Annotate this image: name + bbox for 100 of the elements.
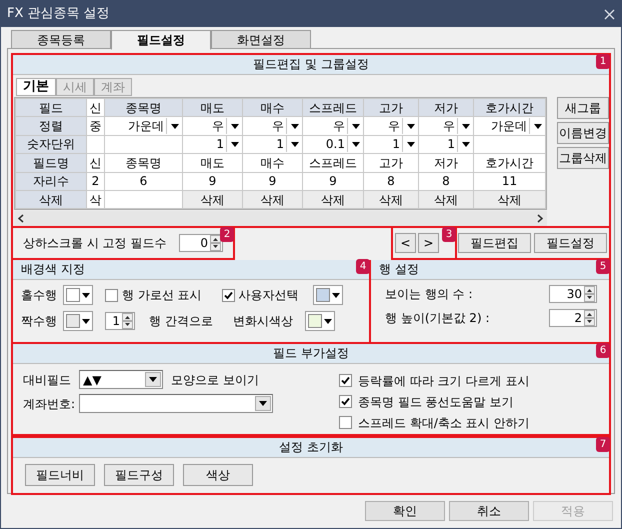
table-cell: 8 <box>418 172 474 190</box>
spin-arrows-icon[interactable] <box>584 310 595 326</box>
horizontal-scrollbar[interactable] <box>14 211 547 226</box>
table-cell: 9 <box>182 172 242 190</box>
checkbox-label: 등락률에 따라 크기 다르게 표시 <box>358 372 530 390</box>
row-header: 삭제 <box>16 190 86 209</box>
nav-button[interactable]: > <box>418 233 439 253</box>
row-header: 필드 <box>16 98 86 117</box>
row-header: 숫자단위 <box>16 135 86 154</box>
field-label: 변화시색상 <box>232 313 293 330</box>
caret-icon <box>324 318 332 324</box>
table-cell: 6 <box>104 172 182 190</box>
table-cell: 매도 <box>182 154 242 172</box>
tab[interactable]: 필드설정 <box>111 30 211 50</box>
delete-button[interactable]: 삭제 <box>242 190 302 209</box>
row-header: 자리수 <box>16 172 86 190</box>
field-button[interactable]: 필드설정 <box>534 233 607 253</box>
scroll-right-icon[interactable] <box>537 214 543 223</box>
checkbox-label: 스프레드 확대/축소 표시 안하기 <box>358 414 530 432</box>
spinner-field[interactable]: 30 <box>549 285 597 303</box>
column-header: 매도 <box>182 98 242 117</box>
table-cell: 8 <box>364 172 418 190</box>
table-cell: 호가시간 <box>474 154 546 172</box>
caret-icon <box>534 124 542 129</box>
tab[interactable]: 기본 <box>16 78 56 96</box>
checkbox[interactable] <box>105 288 118 302</box>
column-header: 저가 <box>418 98 474 117</box>
scroll-left-icon[interactable] <box>18 214 24 223</box>
section-number-badge: 3 <box>442 227 456 242</box>
color-picker[interactable] <box>312 285 343 305</box>
color-picker[interactable] <box>63 311 93 331</box>
field-label: 계좌번호: <box>23 396 76 412</box>
checkbox[interactable] <box>339 374 352 387</box>
dialog-button[interactable]: 확인 <box>365 501 445 521</box>
spinner-field[interactable]: 0 <box>179 234 223 252</box>
caret-icon <box>149 377 157 382</box>
group-button[interactable]: 새그룹 <box>557 97 609 119</box>
checkbox-label: 사용자선택 <box>238 287 299 304</box>
checkbox[interactable] <box>339 416 352 429</box>
caret-icon <box>82 318 90 324</box>
checkbox[interactable] <box>339 395 352 408</box>
group-button[interactable]: 이름변경 <box>557 122 609 144</box>
column-header: 고가 <box>364 98 418 117</box>
checkbox[interactable] <box>222 288 235 302</box>
tab[interactable]: 화면설정 <box>211 30 311 49</box>
spinner-field[interactable]: 1 <box>105 312 135 330</box>
table-cell: 9 <box>302 172 364 190</box>
section-number-badge: 6 <box>596 343 610 358</box>
caret-icon <box>332 292 340 298</box>
delete-button[interactable]: 삭제 <box>364 190 418 209</box>
nav-button[interactable]: < <box>395 233 416 253</box>
table-cell: 9 <box>242 172 302 190</box>
column-header: 스프레드 <box>302 98 364 117</box>
field-label: 모양으로 보이기 <box>171 372 259 388</box>
delete-button[interactable]: 삭제 <box>474 190 546 209</box>
caret-icon <box>82 292 90 298</box>
reset-button[interactable]: 색상 <box>183 464 253 486</box>
section-number-badge: 4 <box>356 259 370 274</box>
table-cell: 매수 <box>242 154 302 172</box>
delete-button[interactable]: 삭제 <box>182 190 242 209</box>
table-cell: 고가 <box>364 154 418 172</box>
caret-icon <box>259 401 268 406</box>
reset-button[interactable]: 필드너비 <box>25 464 95 486</box>
field-label: 홀수행 <box>21 287 57 304</box>
checkbox-label: 종목명 필드 풍선도움말 보기 <box>358 394 514 410</box>
field-label: 행 간격으로 <box>149 313 213 330</box>
row-header: 필드명 <box>16 154 86 172</box>
delete-button[interactable]: 삭제 <box>418 190 474 209</box>
field-label: 보이는 행의 수 : <box>385 286 472 303</box>
table-cell: 신 <box>86 98 104 117</box>
spinner-field[interactable]: 2 <box>549 309 597 327</box>
dropdown[interactable]: 가운데 <box>474 118 545 134</box>
row-header: 정렬 <box>16 116 86 136</box>
column-header: 종목명 <box>104 98 182 117</box>
spin-arrows-icon[interactable] <box>584 286 595 302</box>
dropdown[interactable] <box>79 394 274 413</box>
color-picker[interactable] <box>304 311 335 331</box>
spin-arrows-icon[interactable] <box>210 235 221 251</box>
group-button[interactable]: 그룹삭제 <box>557 147 609 169</box>
dialog-button[interactable]: 취소 <box>449 501 529 521</box>
tab[interactable]: 종목등록 <box>11 30 111 49</box>
section-number-badge: 1 <box>596 54 610 69</box>
table-cell: 11 <box>474 172 546 190</box>
table-cell: 종목명 <box>104 154 182 172</box>
close-icon[interactable] <box>604 8 615 20</box>
dropdown[interactable]: ▲▼ <box>79 370 163 389</box>
spin-arrows-icon[interactable] <box>122 313 133 329</box>
field-button[interactable]: 필드편집 <box>458 233 531 253</box>
color-picker[interactable] <box>63 285 93 305</box>
reset-button[interactable]: 필드구성 <box>104 464 174 486</box>
section-number-badge: 2 <box>220 227 234 242</box>
section-number-badge: 7 <box>596 437 610 452</box>
window-title: FX 관심종목 설정 <box>7 5 110 24</box>
field-label: 행 높이(기본값 2) : <box>385 310 490 327</box>
column-header: 매수 <box>242 98 302 117</box>
table-cell: 저가 <box>418 154 474 172</box>
table-cell: 스프레드 <box>302 154 364 172</box>
delete-button[interactable]: 삭제 <box>302 190 364 209</box>
field-label: 상하스크롤 시 고정 필드수 <box>23 235 166 252</box>
dialog-button: 적용 <box>533 501 613 521</box>
